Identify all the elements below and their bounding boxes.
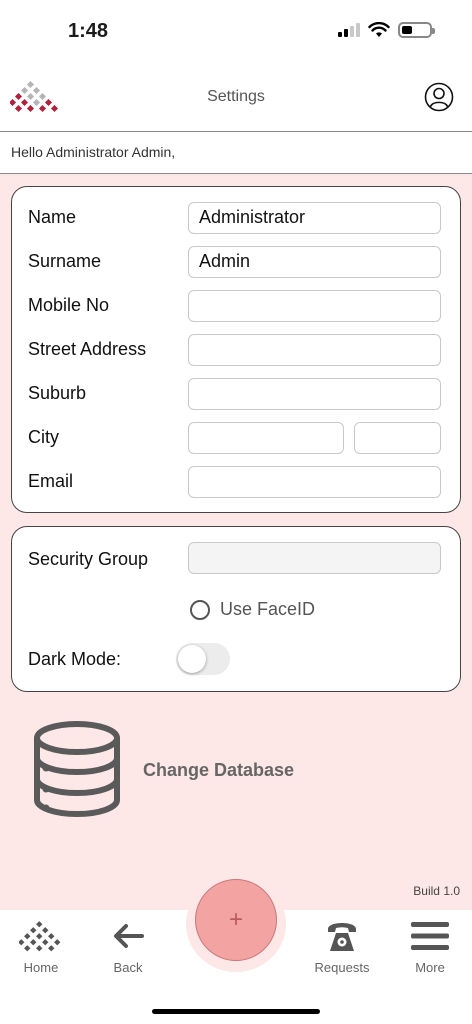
change-database-button[interactable]: Change Database xyxy=(143,760,294,781)
add-button[interactable]: + xyxy=(195,879,277,961)
build-version: Build 1.0 xyxy=(413,884,460,898)
use-faceid-label: Use FaceID xyxy=(220,599,316,619)
home-indicator xyxy=(152,1009,320,1014)
status-icons xyxy=(338,22,435,38)
tab-back-label: Back xyxy=(113,960,143,975)
nav-bar: Settings xyxy=(0,66,472,132)
surname-field[interactable]: Admin xyxy=(188,246,441,278)
status-time: 1:48 xyxy=(68,20,109,42)
use-faceid-option[interactable]: Use FaceID xyxy=(190,599,315,620)
battery-icon xyxy=(398,22,435,38)
name-label: Name xyxy=(28,207,77,227)
name-field[interactable]: Administrator xyxy=(188,202,441,234)
tab-more[interactable]: More xyxy=(390,918,470,975)
status-bar: 1:48 xyxy=(0,0,472,66)
security-group-field xyxy=(188,542,441,574)
profile-card: Name Administrator Surname Admin Mobile … xyxy=(11,186,461,513)
back-arrow-icon xyxy=(114,924,144,948)
suburb-field[interactable] xyxy=(188,378,441,410)
tab-home[interactable]: Home xyxy=(1,918,81,975)
tab-home-label: Home xyxy=(23,960,59,975)
home-logo-icon xyxy=(19,921,61,952)
suburb-label: Suburb xyxy=(28,383,87,403)
radio-circle-icon[interactable] xyxy=(190,599,210,620)
tab-more-label: More xyxy=(415,960,445,975)
user-profile-icon[interactable] xyxy=(424,82,454,112)
tab-requests-label: Requests xyxy=(314,960,370,975)
telephone-icon xyxy=(328,923,356,951)
surname-label: Surname xyxy=(28,251,102,271)
email-label: Email xyxy=(28,471,74,491)
greeting-text: Hello Administrator Admin, xyxy=(0,132,472,174)
postcode-field[interactable] xyxy=(354,422,441,454)
plus-icon: + xyxy=(228,906,243,933)
cellular-signal-icon xyxy=(338,23,360,37)
wifi-icon xyxy=(368,22,390,37)
menu-icon xyxy=(411,922,449,950)
dark-mode-toggle[interactable] xyxy=(176,643,230,675)
mobile-label: Mobile No xyxy=(28,295,110,315)
mobile-field[interactable] xyxy=(188,290,441,322)
street-address-field[interactable] xyxy=(188,334,441,366)
database-icon[interactable] xyxy=(32,720,122,818)
email-field[interactable] xyxy=(188,466,441,498)
tab-requests[interactable]: Requests xyxy=(302,918,382,975)
security-card: Security Group Use FaceID Dark Mode: xyxy=(11,526,461,692)
street-address-label: Street Address xyxy=(28,339,147,359)
dark-mode-label: Dark Mode: xyxy=(28,649,122,669)
page-title: Settings xyxy=(207,88,265,105)
tab-back[interactable]: Back xyxy=(88,918,168,975)
city-label: City xyxy=(28,427,59,447)
city-field[interactable] xyxy=(188,422,344,454)
security-group-label: Security Group xyxy=(28,549,149,569)
